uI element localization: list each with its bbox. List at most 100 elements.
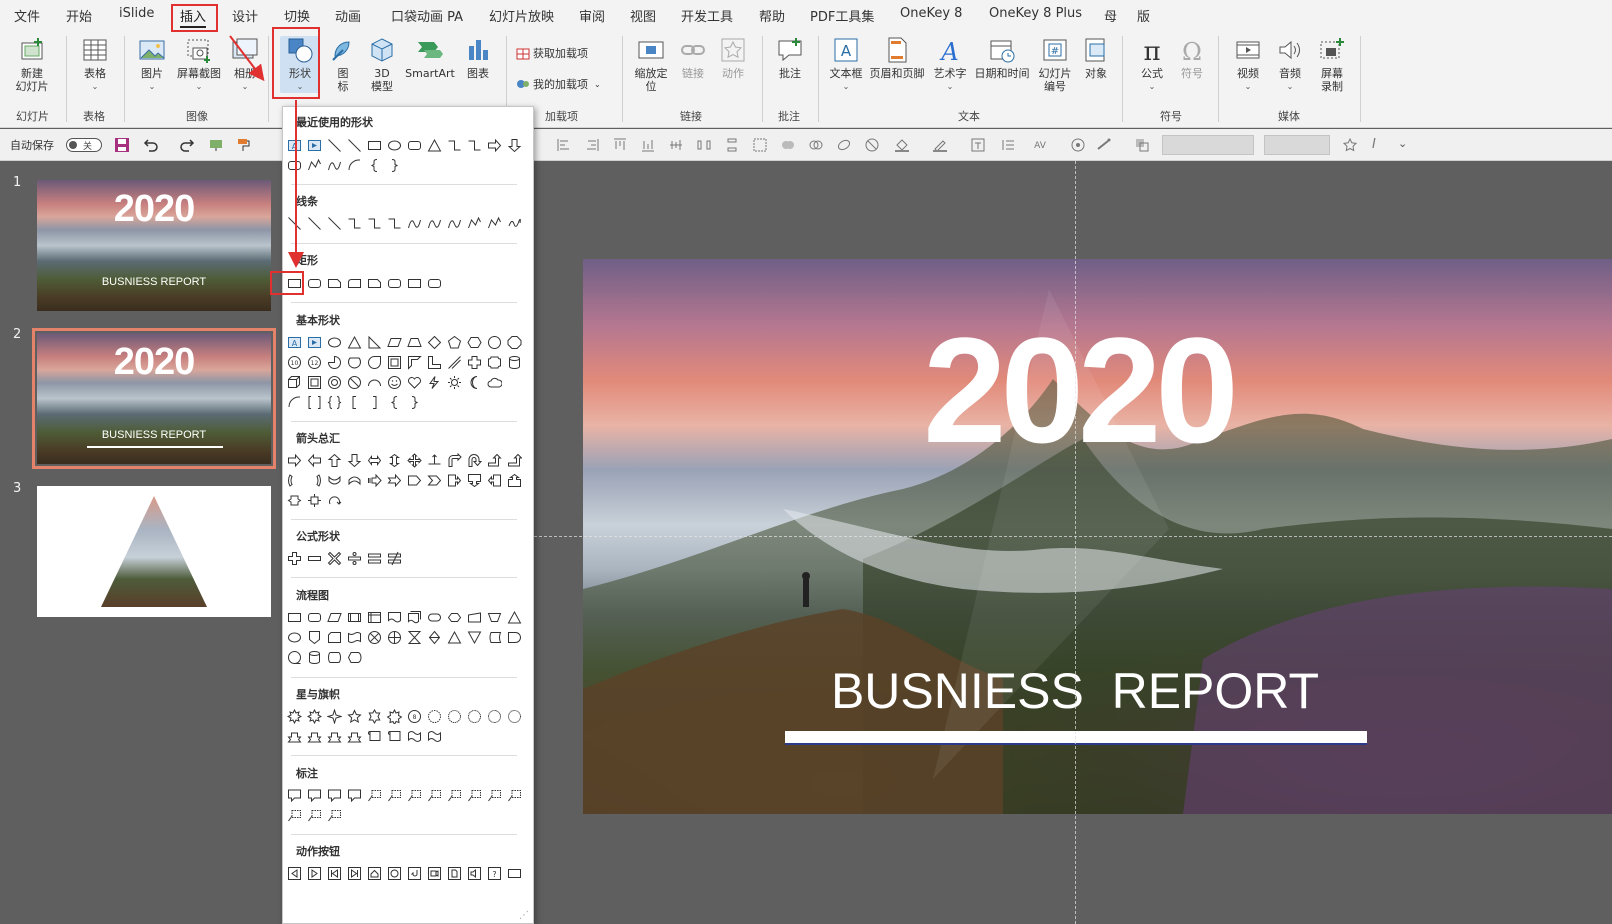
align-top-icon[interactable] bbox=[612, 137, 628, 153]
shape-larrow-icon[interactable] bbox=[306, 452, 323, 469]
shape-arc-icon[interactable] bbox=[286, 394, 303, 411]
shape-curvel-icon[interactable] bbox=[306, 472, 323, 489]
shape-magdisk-icon[interactable] bbox=[306, 649, 323, 666]
shape-freeform-icon[interactable] bbox=[486, 215, 503, 232]
shape-times-icon[interactable] bbox=[326, 550, 343, 567]
shape-lbrace-icon[interactable] bbox=[386, 394, 403, 411]
shape-rbrace-icon[interactable] bbox=[386, 157, 403, 174]
shape-tri-icon[interactable] bbox=[426, 137, 443, 154]
shape-callout-icon[interactable] bbox=[326, 787, 343, 804]
shape-rrect-icon[interactable] bbox=[306, 609, 323, 626]
distribute-v-icon[interactable] bbox=[724, 137, 740, 153]
video-button[interactable]: 视频 ⌄ bbox=[1228, 36, 1268, 93]
wordart-button[interactable]: A 艺术字 ⌄ bbox=[930, 36, 970, 93]
arrange-icon[interactable] bbox=[1134, 137, 1150, 153]
shape-linecallout-icon[interactable] bbox=[406, 787, 423, 804]
customize-qat-icon[interactable]: ⌄ bbox=[1398, 137, 1414, 153]
shape-notched-icon[interactable] bbox=[386, 472, 403, 489]
tab-home[interactable]: 开始 bbox=[66, 6, 92, 25]
shape-actsound-icon[interactable] bbox=[466, 865, 483, 882]
slide-number-button[interactable]: # 幻灯片 编号 bbox=[1034, 36, 1076, 93]
shape-chevron-icon[interactable] bbox=[426, 472, 443, 489]
line-spacing-icon[interactable] bbox=[1000, 137, 1016, 153]
shape-elbow-icon[interactable] bbox=[446, 137, 463, 154]
slide-thumbnail-2[interactable]: 2020 BUSNIESS REPORT bbox=[32, 328, 276, 469]
shape-sumjunc-icon[interactable] bbox=[366, 629, 383, 646]
shape-dodec-icon[interactable]: 12 bbox=[306, 354, 323, 371]
screenshot-button[interactable]: 屏幕截图 ⌄ bbox=[172, 36, 226, 93]
audio-button[interactable]: 音频 ⌄ bbox=[1270, 36, 1310, 93]
shape-brace-icon[interactable] bbox=[326, 394, 343, 411]
tab-islide[interactable]: iSlide bbox=[119, 6, 154, 21]
shape-star32-icon[interactable] bbox=[506, 708, 523, 725]
shape-curve-icon[interactable] bbox=[426, 215, 443, 232]
shape-ribbon-icon[interactable] bbox=[286, 728, 303, 745]
shape-display-icon[interactable] bbox=[346, 649, 363, 666]
smartart-button[interactable]: SmartArt bbox=[402, 36, 458, 80]
picture-button[interactable]: 图片 ⌄ bbox=[132, 36, 172, 93]
shape-pentagon-icon[interactable] bbox=[406, 472, 423, 489]
shape-scroll-icon[interactable] bbox=[366, 728, 383, 745]
shape-dcallout-icon[interactable] bbox=[466, 472, 483, 489]
shape-oval-icon[interactable] bbox=[286, 629, 303, 646]
font-name-field[interactable] bbox=[1162, 135, 1254, 155]
action-button[interactable]: 动作 bbox=[716, 36, 750, 80]
shape-star4-icon[interactable] bbox=[326, 708, 343, 725]
shape-rrect-icon[interactable] bbox=[426, 275, 443, 292]
align-right-icon[interactable] bbox=[584, 137, 600, 153]
shape-halfframe-icon[interactable] bbox=[406, 354, 423, 371]
shape-frame-icon[interactable] bbox=[386, 354, 403, 371]
equation-button[interactable]: π 公式 ⌄ bbox=[1132, 36, 1172, 93]
object-button[interactable]: 对象 bbox=[1078, 36, 1114, 80]
shape-actback-icon[interactable] bbox=[286, 865, 303, 882]
shape-bent-icon[interactable] bbox=[446, 452, 463, 469]
smartart-convert-icon[interactable] bbox=[1070, 137, 1086, 153]
shape-diamond-icon[interactable] bbox=[426, 334, 443, 351]
shape-line-icon[interactable] bbox=[306, 215, 323, 232]
tab-pdf-tools[interactable]: PDF工具集 bbox=[810, 6, 874, 25]
shape-cloud-icon[interactable] bbox=[486, 374, 503, 391]
shape-linecallout-icon[interactable] bbox=[326, 807, 343, 824]
shape-line-icon[interactable] bbox=[346, 137, 363, 154]
effects-icon[interactable] bbox=[1096, 137, 1112, 153]
shape-uturn-icon[interactable] bbox=[466, 452, 483, 469]
tab-master[interactable]: 母 bbox=[1104, 6, 1117, 25]
shape-rarrow-icon[interactable] bbox=[486, 137, 503, 154]
shape-actfwd-icon[interactable] bbox=[306, 865, 323, 882]
shape-elbow-icon[interactable] bbox=[346, 215, 363, 232]
shape-actinfo-icon[interactable] bbox=[386, 865, 403, 882]
shape-ucallout-icon[interactable] bbox=[506, 472, 523, 489]
shape-actmovie-icon[interactable] bbox=[426, 865, 443, 882]
shape-curved-icon[interactable] bbox=[346, 472, 363, 489]
zoom-button[interactable]: 缩放定 位 bbox=[630, 36, 672, 93]
shape-lrcallout-icon[interactable] bbox=[286, 492, 303, 509]
3d-model-button[interactable]: 3D 模型 bbox=[364, 36, 400, 93]
shape-vtextbox-icon[interactable] bbox=[306, 334, 323, 351]
shape-lrup-icon[interactable] bbox=[426, 452, 443, 469]
tab-review[interactable]: 审阅 bbox=[579, 6, 605, 25]
slide-year-title[interactable]: 2020 bbox=[883, 315, 1273, 465]
shape-lcallout-icon[interactable] bbox=[486, 472, 503, 489]
shape-linecallout-icon[interactable] bbox=[286, 807, 303, 824]
shape-para-icon[interactable] bbox=[386, 334, 403, 351]
shape-orshape-icon[interactable] bbox=[386, 629, 403, 646]
shape-bentup-icon[interactable] bbox=[506, 452, 523, 469]
shape-rtri-icon[interactable] bbox=[366, 334, 383, 351]
shape-star8-icon[interactable]: 8 bbox=[406, 708, 423, 725]
shape-prep-icon[interactable] bbox=[446, 609, 463, 626]
screen-record-button[interactable]: 屏幕 录制 bbox=[1312, 36, 1352, 93]
shape-bpart-icon[interactable] bbox=[366, 374, 383, 391]
shape-line-icon[interactable] bbox=[326, 215, 343, 232]
shape-plaque-icon[interactable] bbox=[486, 354, 503, 371]
shape-line-icon[interactable] bbox=[326, 137, 343, 154]
shape-multidoc-icon[interactable] bbox=[406, 609, 423, 626]
shape-moon-icon[interactable] bbox=[466, 374, 483, 391]
char-spacing-icon[interactable]: AV bbox=[1032, 137, 1048, 153]
shape-offpage-icon[interactable] bbox=[306, 629, 323, 646]
shape-tape-icon[interactable] bbox=[346, 629, 363, 646]
undo-icon[interactable] bbox=[142, 137, 158, 153]
shape-round1-icon[interactable] bbox=[346, 275, 363, 292]
shape-acthelp-icon[interactable]: ? bbox=[486, 865, 503, 882]
shape-callout-icon[interactable] bbox=[306, 787, 323, 804]
shape-curver-icon[interactable] bbox=[286, 472, 303, 489]
